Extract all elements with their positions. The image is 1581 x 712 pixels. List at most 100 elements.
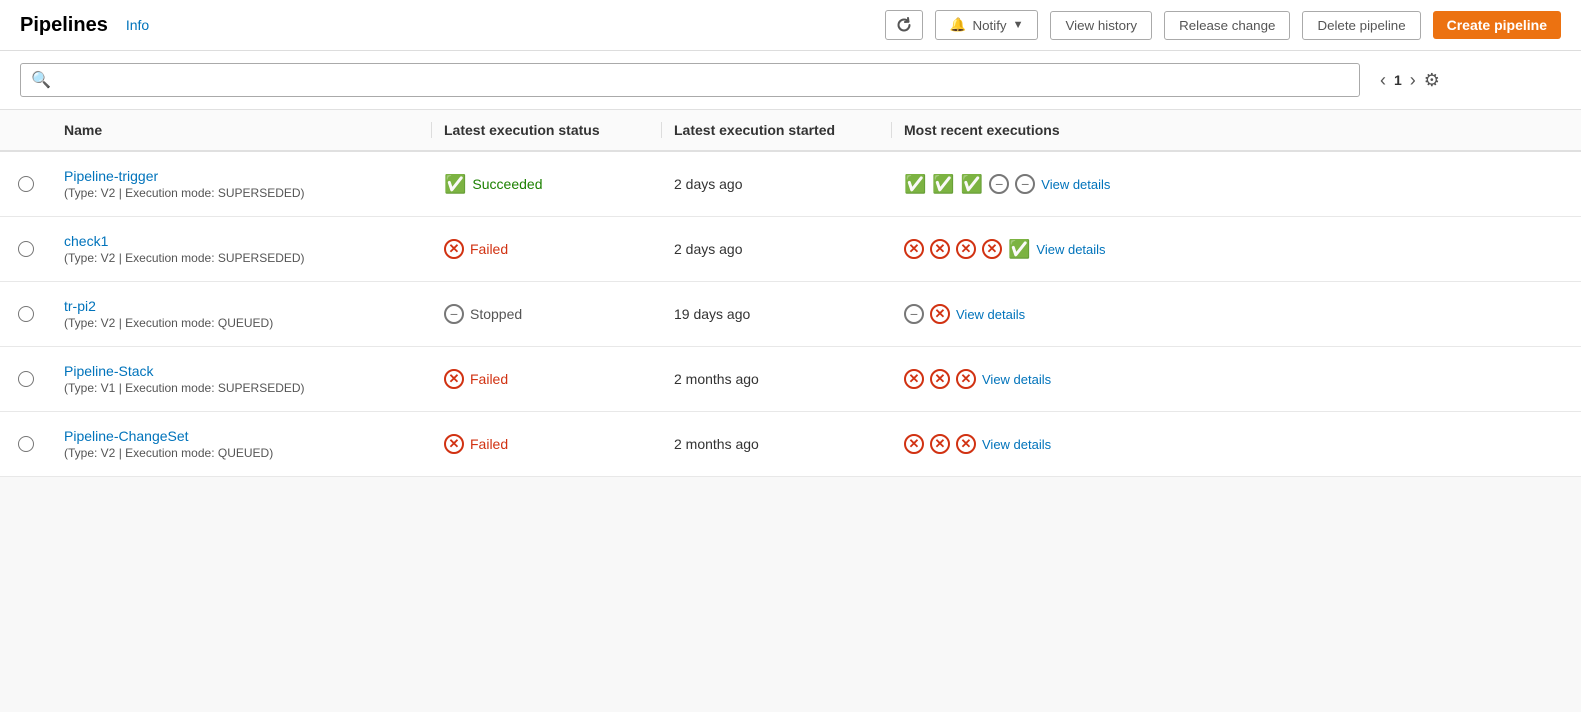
started-text: 19 days ago (674, 306, 750, 322)
page-title: Pipelines (20, 14, 108, 37)
row-radio-3[interactable] (18, 371, 34, 387)
th-select (0, 122, 52, 138)
bell-icon: 🔔 (950, 17, 967, 33)
settings-icon[interactable]: ⚙ (1424, 70, 1440, 91)
exec-failed-icon: ✕ (930, 434, 950, 454)
exec-stopped-icon: − (989, 174, 1009, 194)
table-row: Pipeline-trigger (Type: V2 | Execution m… (0, 152, 1581, 217)
started-text: 2 days ago (674, 241, 743, 257)
pipeline-name-link[interactable]: Pipeline-ChangeSet (64, 428, 420, 444)
view-details-link[interactable]: View details (956, 307, 1025, 322)
th-status: Latest execution status (432, 122, 662, 138)
status-text: Failed (470, 371, 508, 387)
th-name: Name (52, 122, 432, 138)
view-details-link[interactable]: View details (982, 372, 1051, 387)
table-row: Pipeline-ChangeSet (Type: V2 | Execution… (0, 412, 1581, 477)
pipeline-name-link[interactable]: Pipeline-Stack (64, 363, 420, 379)
search-icon: 🔍 (31, 70, 51, 90)
exec-stopped-icon: − (1015, 174, 1035, 194)
pipeline-meta: (Type: V2 | Execution mode: SUPERSEDED) (64, 186, 420, 200)
row-started-cell: 2 months ago (662, 436, 892, 452)
row-executions-cell: ✕ ✕ ✕ ✕ ✅ View details (892, 239, 1581, 260)
pipeline-name-link[interactable]: tr-pi2 (64, 298, 420, 314)
search-input-wrap: 🔍 (20, 63, 1360, 97)
next-page-button[interactable]: › (1410, 70, 1416, 91)
exec-failed-icon: ✕ (930, 304, 950, 324)
notify-button[interactable]: 🔔 Notify ▼ (935, 10, 1039, 40)
exec-failed-icon: ✕ (930, 239, 950, 259)
create-pipeline-button[interactable]: Create pipeline (1433, 11, 1561, 39)
view-details-link[interactable]: View details (1036, 242, 1105, 257)
status-failed-icon: ✕ (444, 369, 464, 389)
view-details-link[interactable]: View details (1041, 177, 1110, 192)
row-name-cell: Pipeline-ChangeSet (Type: V2 | Execution… (52, 428, 432, 460)
table-body: Pipeline-trigger (Type: V2 | Execution m… (0, 152, 1581, 477)
pipeline-name-link[interactable]: Pipeline-trigger (64, 168, 420, 184)
release-change-button[interactable]: Release change (1164, 11, 1290, 40)
row-status-cell: ✕ Failed (432, 239, 662, 259)
status-text: Stopped (470, 306, 522, 322)
row-radio-4[interactable] (18, 436, 34, 452)
executions-cell: −✕ View details (904, 304, 1569, 324)
row-executions-cell: ✕✕✕ View details (892, 434, 1581, 454)
executions-cell: ✕✕✕ View details (904, 434, 1569, 454)
exec-failed-icon: ✕ (904, 239, 924, 259)
row-radio-1[interactable] (18, 241, 34, 257)
exec-success-icon: ✅ (904, 174, 926, 195)
executions-cell: ✅✅✅−− View details (904, 174, 1569, 195)
row-name-cell: Pipeline-trigger (Type: V2 | Execution m… (52, 168, 432, 200)
status-failed-icon: ✕ (444, 239, 464, 259)
row-started-cell: 2 days ago (662, 241, 892, 257)
started-text: 2 months ago (674, 436, 759, 452)
refresh-button[interactable] (885, 10, 923, 40)
chevron-down-icon: ▼ (1013, 19, 1024, 31)
row-radio-0[interactable] (18, 176, 34, 192)
exec-success-icon: ✅ (932, 174, 954, 195)
notify-label: Notify (973, 18, 1007, 33)
executions-cell: ✕ ✕ ✕ View details (904, 369, 1569, 389)
exec-failed-icon: ✕ (904, 369, 924, 389)
page-number: 1 (1394, 72, 1402, 88)
row-executions-cell: ✅✅✅−− View details (892, 174, 1581, 195)
pipeline-meta: (Type: V2 | Execution mode: SUPERSEDED) (64, 251, 420, 265)
row-name-cell: Pipeline-Stack (Type: V1 | Execution mod… (52, 363, 432, 395)
status-text: Succeeded (472, 176, 542, 192)
pipeline-name-link[interactable]: check1 (64, 233, 420, 249)
view-history-button[interactable]: View history (1050, 11, 1152, 40)
exec-stopped-icon: − (904, 304, 924, 324)
exec-failed-icon: ✕ (982, 239, 1002, 259)
status-stopped-icon: − (444, 304, 464, 324)
row-status-cell: ✅ Succeeded (432, 174, 662, 195)
row-select-cell (0, 371, 52, 387)
status-badge: − Stopped (444, 304, 650, 324)
search-input[interactable] (57, 72, 1349, 88)
top-bar: Pipelines Info 🔔 Notify ▼ View history R… (0, 0, 1581, 51)
table-row: check1 (Type: V2 | Execution mode: SUPER… (0, 217, 1581, 282)
prev-page-button[interactable]: ‹ (1380, 70, 1386, 91)
exec-failed-icon: ✕ (956, 369, 976, 389)
row-started-cell: 2 days ago (662, 176, 892, 192)
pagination-wrap: ‹ 1 › ⚙ (1380, 70, 1440, 91)
row-executions-cell: −✕ View details (892, 304, 1581, 324)
info-link[interactable]: Info (126, 17, 149, 33)
status-badge: ✅ Succeeded (444, 174, 650, 195)
table-header: Name Latest execution status Latest exec… (0, 110, 1581, 152)
row-select-cell (0, 306, 52, 322)
row-status-cell: − Stopped (432, 304, 662, 324)
status-badge: ✕ Failed (444, 434, 650, 454)
exec-failed-icon: ✕ (930, 369, 950, 389)
row-select-cell (0, 436, 52, 452)
view-details-link[interactable]: View details (982, 437, 1051, 452)
status-badge: ✕ Failed (444, 369, 650, 389)
exec-failed-icon: ✕ (956, 239, 976, 259)
table-row: Pipeline-Stack (Type: V1 | Execution mod… (0, 347, 1581, 412)
status-failed-icon: ✕ (444, 434, 464, 454)
row-started-cell: 2 months ago (662, 371, 892, 387)
row-radio-2[interactable] (18, 306, 34, 322)
status-text: Failed (470, 436, 508, 452)
pipelines-table: Name Latest execution status Latest exec… (0, 110, 1581, 477)
delete-pipeline-button[interactable]: Delete pipeline (1302, 11, 1420, 40)
exec-success-icon: ✅ (1008, 239, 1030, 260)
refresh-icon (896, 17, 912, 33)
status-text: Failed (470, 241, 508, 257)
